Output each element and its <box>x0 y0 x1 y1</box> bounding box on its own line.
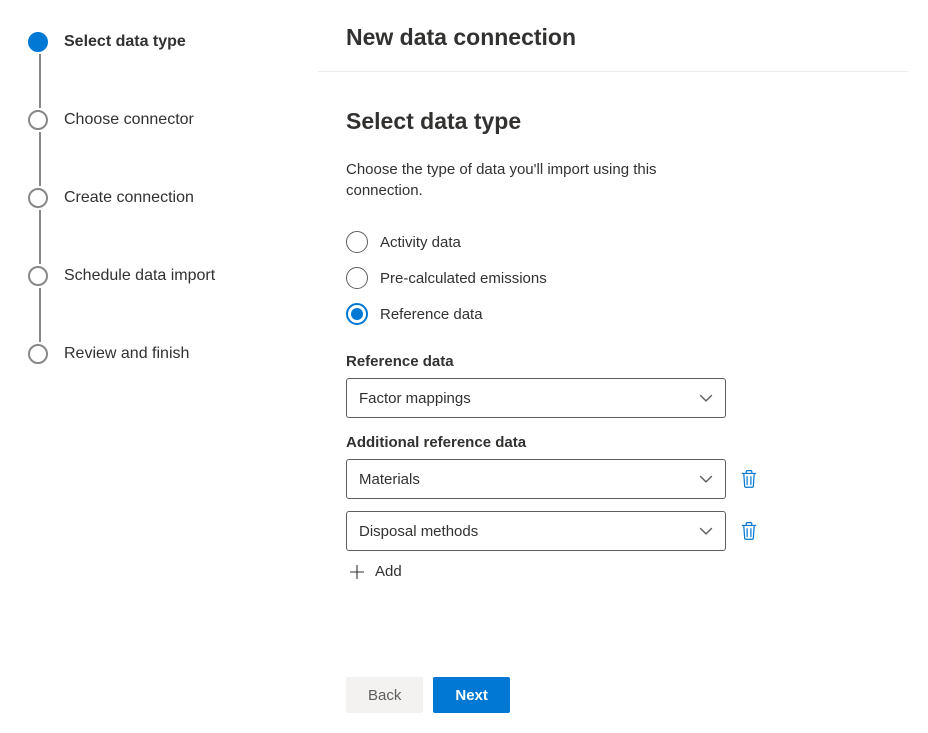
step-select-data-type[interactable]: Select data type <box>28 30 298 54</box>
reference-data-label: Reference data <box>346 353 908 370</box>
back-button[interactable]: Back <box>346 677 423 713</box>
data-type-radio-group: Activity data Pre-calculated emissions R… <box>346 231 908 325</box>
plus-icon <box>349 564 365 580</box>
chevron-down-icon <box>699 472 713 486</box>
step-create-connection[interactable]: Create connection <box>28 186 298 210</box>
step-review-and-finish[interactable]: Review and finish <box>28 342 298 366</box>
section-title: Select data type <box>346 108 908 135</box>
radio-activity-data[interactable]: Activity data <box>346 231 908 253</box>
additional-ref-select-1[interactable]: Materials <box>346 459 726 499</box>
wizard-footer: Back Next <box>318 661 908 733</box>
step-connector <box>39 132 41 186</box>
step-schedule-data-import[interactable]: Schedule data import <box>28 264 298 288</box>
select-value: Disposal methods <box>359 523 478 540</box>
additional-ref-select-2[interactable]: Disposal methods <box>346 511 726 551</box>
additional-reference-data-label: Additional reference data <box>346 434 908 451</box>
step-label: Schedule data import <box>64 267 215 285</box>
step-indicator-icon <box>28 110 48 130</box>
radio-label: Activity data <box>380 234 461 251</box>
radio-label: Reference data <box>380 306 483 323</box>
content-area: Select data type Choose the type of data… <box>318 72 908 661</box>
radio-icon <box>346 303 368 325</box>
radio-reference-data[interactable]: Reference data <box>346 303 908 325</box>
reference-data-select[interactable]: Factor mappings <box>346 378 726 418</box>
delete-icon[interactable] <box>740 521 758 541</box>
step-indicator-icon <box>28 266 48 286</box>
radio-label: Pre-calculated emissions <box>380 270 547 287</box>
delete-icon[interactable] <box>740 469 758 489</box>
radio-icon <box>346 231 368 253</box>
select-value: Factor mappings <box>359 390 471 407</box>
page-title: New data connection <box>318 0 908 72</box>
step-choose-connector[interactable]: Choose connector <box>28 108 298 132</box>
section-description: Choose the type of data you'll import us… <box>346 159 726 201</box>
radio-icon <box>346 267 368 289</box>
step-connector <box>39 54 41 108</box>
select-value: Materials <box>359 471 420 488</box>
step-indicator-icon <box>28 188 48 208</box>
step-label: Review and finish <box>64 345 189 363</box>
wizard-stepper: Select data type Choose connector Create… <box>0 0 318 733</box>
add-button[interactable]: Add <box>349 563 908 580</box>
step-label: Choose connector <box>64 111 194 129</box>
next-button[interactable]: Next <box>433 677 510 713</box>
add-label: Add <box>375 563 402 580</box>
step-label: Create connection <box>64 189 194 207</box>
chevron-down-icon <box>699 391 713 405</box>
chevron-down-icon <box>699 524 713 538</box>
step-indicator-icon <box>28 32 48 52</box>
main-panel: New data connection Select data type Cho… <box>318 0 928 733</box>
step-connector <box>39 288 41 342</box>
step-indicator-icon <box>28 344 48 364</box>
step-label: Select data type <box>64 33 186 51</box>
radio-pre-calculated-emissions[interactable]: Pre-calculated emissions <box>346 267 908 289</box>
step-connector <box>39 210 41 264</box>
radio-dot-icon <box>351 308 363 320</box>
